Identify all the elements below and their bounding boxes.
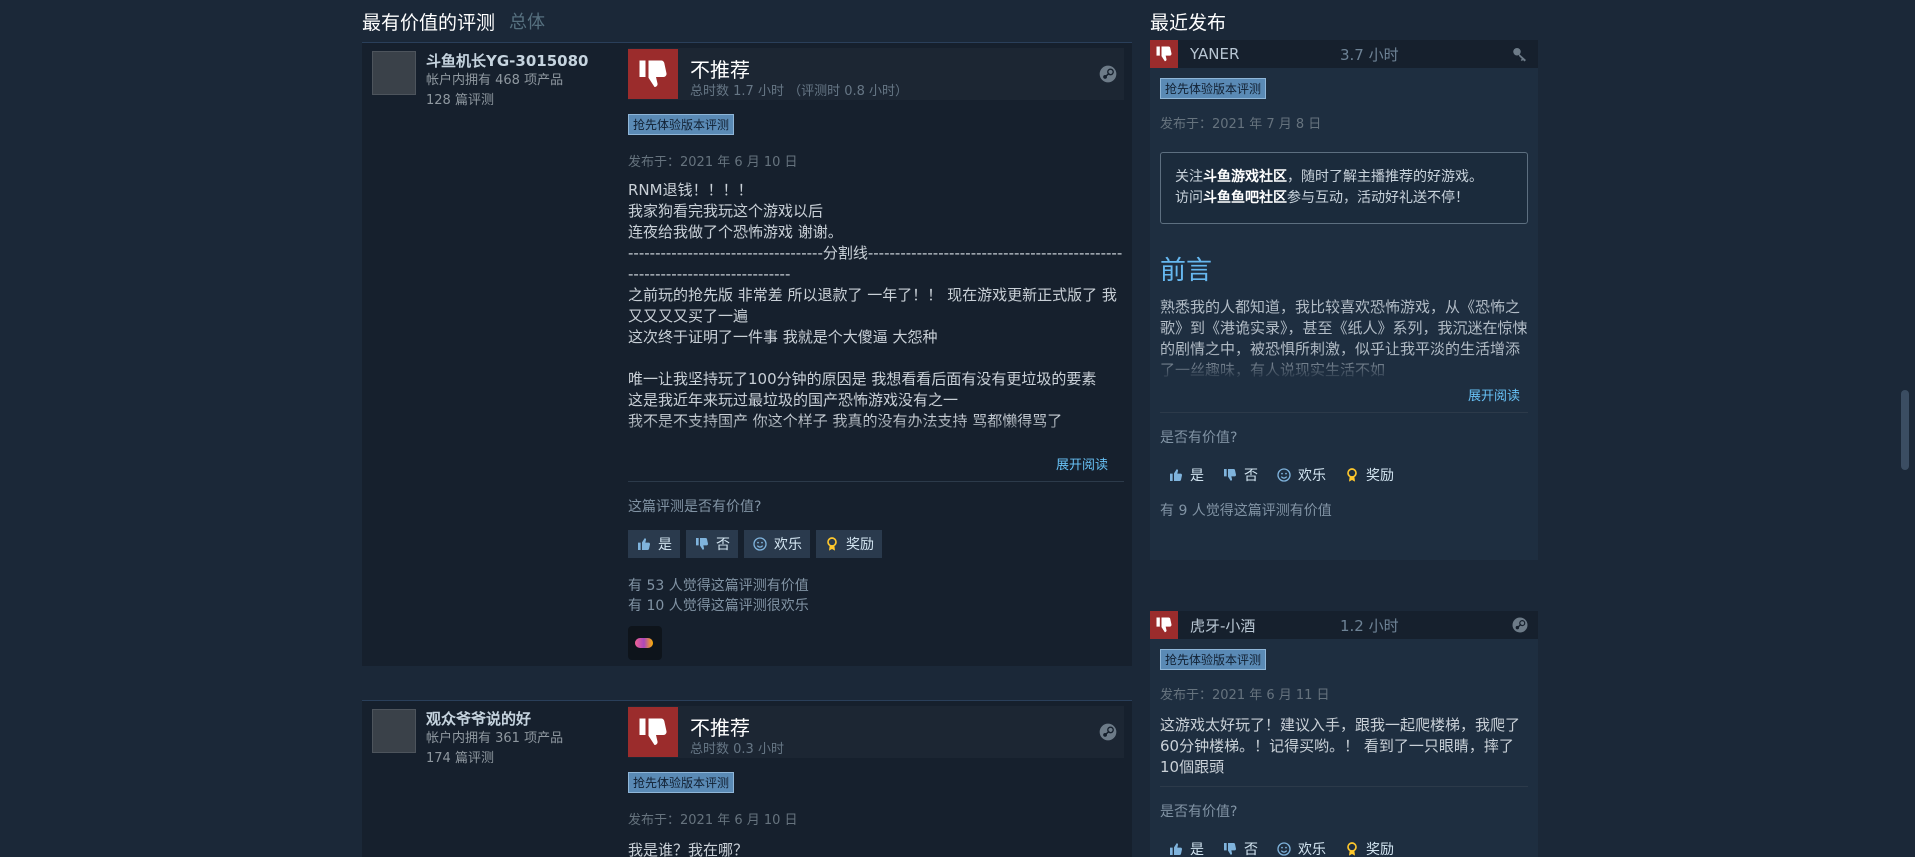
vote-funny-button[interactable]: 欢乐 (1268, 835, 1334, 857)
playtime: 1.2 小时 (1340, 616, 1399, 635)
thumb-up-icon (1168, 841, 1184, 857)
recent-reviews: 最近发布 YANER 3.7 小时 抢先体验版本评测 发布于：2021 年 7 … (1150, 0, 1538, 857)
award-button[interactable]: 奖励 (816, 530, 882, 558)
steam-icon (1510, 616, 1530, 634)
vote-header[interactable]: 不推荐 总时数 1.7 小时 （评测时 0.8 小时） (628, 48, 1124, 100)
review-header[interactable]: 虎牙-小酒 1.2 小时 (1150, 611, 1538, 639)
vote-no-button[interactable]: 否 (1214, 835, 1266, 857)
most-helpful-reviews: 最有价值的评测 总体 斗鱼机长YG-3015080 帐户内拥有 468 项产品 … (362, 0, 1132, 857)
review-text: 这游戏太好玩了！建议入手，跟我一起爬楼梯，我爬了60分钟楼梯。！记得买哟。！ 看… (1160, 716, 1521, 776)
review-text: RNM退钱！！！！ 我家狗看完我玩这个游戏以后 连夜给我做了个恐怖游戏 谢谢。 … (628, 180, 1124, 450)
divider (628, 481, 1124, 482)
vote-yes-button[interactable]: 是 (1160, 461, 1212, 489)
author-name[interactable]: 观众爷爷说的好 (426, 709, 616, 729)
review-text: 熟悉我的人都知道，我比较喜欢恐怖游戏，从《恐怖之歌》到《港诡实录》，甚至《纸人》… (1160, 298, 1528, 381)
review-body: 不推荐 总时数 1.7 小时 （评测时 0.8 小时） 抢先体验版本评测 发布于… (628, 48, 1124, 660)
section-header: 最有价值的评测 总体 (362, 0, 1132, 42)
author-review-count[interactable]: 174 篇评测 (426, 749, 616, 769)
vote-yes-button[interactable]: 是 (1160, 835, 1212, 857)
steam-icon (1098, 722, 1118, 742)
playtime: 3.7 小时 (1340, 45, 1399, 64)
divider (1160, 412, 1528, 413)
review-card: 观众爷爷说的好 帐户内拥有 361 项产品 174 篇评测 不推荐 总时数 0.… (362, 700, 1132, 857)
posted-date: 发布于：2021 年 6 月 10 日 (628, 155, 798, 170)
posted-date: 发布于：2021 年 7 月 8 日 (1160, 117, 1322, 132)
smile-icon (1276, 467, 1292, 483)
review-header[interactable]: YANER 3.7 小时 (1150, 40, 1538, 68)
thumb-up-icon (1168, 467, 1184, 483)
expand-link[interactable]: 展开阅读 (628, 454, 1124, 473)
smile-icon (752, 536, 768, 552)
vote-buttons: 是 否 欢乐 奖励 (1160, 461, 1528, 489)
author-review-count[interactable]: 128 篇评测 (426, 91, 616, 111)
funny-count: 有 10 人觉得这篇评测很欢乐 (628, 598, 809, 614)
vote-buttons: 是 否 欢乐 奖励 (628, 530, 1124, 558)
avatar[interactable] (372, 51, 416, 95)
section-header: 最近发布 (1150, 0, 1538, 42)
award-icon (824, 536, 840, 552)
thumb-down-icon (628, 707, 678, 757)
vote-funny-button[interactable]: 欢乐 (744, 530, 810, 558)
playtime: 总时数 0.3 小时 (690, 742, 784, 757)
vote-buttons: 是 否 欢乐 奖励 (1160, 835, 1528, 857)
key-icon (1510, 45, 1530, 63)
vote-funny-button[interactable]: 欢乐 (1268, 461, 1334, 489)
thumb-down-icon (694, 536, 710, 552)
author-products[interactable]: 帐户内拥有 361 项产品 (426, 729, 616, 749)
recent-review-card: 虎牙-小酒 1.2 小时 抢先体验版本评测 发布于：2021 年 6 月 11 … (1150, 611, 1538, 857)
helpful-count: 有 53 人觉得这篇评测有价值 (628, 578, 809, 594)
helpful-stats: 有 53 人觉得这篇评测有价值 有 10 人觉得这篇评测很欢乐 (628, 576, 1124, 616)
award-icon (1344, 841, 1360, 857)
vote-no-button[interactable]: 否 (686, 530, 738, 558)
vote-header[interactable]: 不推荐 总时数 0.3 小时 (628, 706, 1124, 758)
review-card: 斗鱼机长YG-3015080 帐户内拥有 468 项产品 128 篇评测 不推荐… (362, 42, 1132, 666)
verdict[interactable]: 不推荐 (690, 712, 750, 741)
helpful-count: 有 9 人觉得这篇评测有价值 (1160, 503, 1332, 519)
early-access-badge: 抢先体验版本评测 (1160, 78, 1267, 99)
vote-no-button[interactable]: 否 (1214, 461, 1266, 489)
award-button[interactable]: 奖励 (1336, 835, 1402, 857)
thumb-down-icon (1150, 40, 1178, 68)
review-body: 不推荐 总时数 0.3 小时 抢先体验版本评测 发布于：2021 年 6 月 1… (628, 706, 1124, 857)
section-title: 最近发布 (1150, 11, 1227, 34)
thumb-down-icon (628, 49, 678, 99)
avatar[interactable] (372, 709, 416, 753)
author-name[interactable]: 斗鱼机长YG-3015080 (426, 51, 616, 71)
review-heading: 前言 (1160, 256, 1213, 286)
thumb-down-icon (1150, 611, 1178, 639)
forum-link[interactable]: 斗鱼鱼吧社区 (1203, 190, 1287, 206)
helpful-question: 这篇评测是否有价值? (628, 499, 762, 515)
posted-date: 发布于：2021 年 6 月 10 日 (628, 813, 798, 828)
divider (1160, 786, 1528, 787)
author-name[interactable]: YANER (1190, 45, 1340, 63)
helpful-question: 是否有价值? (1160, 430, 1238, 446)
review-text: 我是谁？我在哪？ (628, 841, 749, 857)
steam-icon (1098, 64, 1118, 84)
thumb-down-icon (1222, 467, 1238, 483)
early-access-badge: 抢先体验版本评测 (1160, 649, 1267, 670)
expand-link[interactable]: 展开阅读 (1160, 385, 1528, 404)
community-notice: 关注斗鱼游戏社区，随时了解主播推荐的好游戏。 访问斗鱼鱼吧社区参与互动，活动好礼… (1160, 152, 1528, 224)
award-icon (1344, 467, 1360, 483)
thumb-down-icon (1222, 841, 1238, 857)
community-link[interactable]: 斗鱼游戏社区 (1203, 169, 1287, 185)
scrollbar-thumb[interactable] (1901, 390, 1909, 470)
award-button[interactable]: 奖励 (1336, 461, 1402, 489)
author-name[interactable]: 虎牙-小酒 (1190, 615, 1340, 636)
early-access-badge: 抢先体验版本评测 (628, 772, 735, 793)
recent-review-card: YANER 3.7 小时 抢先体验版本评测 发布于：2021 年 7 月 8 日… (1150, 40, 1538, 560)
posted-date: 发布于：2021 年 6 月 11 日 (1160, 688, 1330, 703)
vote-yes-button[interactable]: 是 (628, 530, 680, 558)
verdict[interactable]: 不推荐 (690, 54, 750, 83)
playtime: 总时数 1.7 小时 （评测时 0.8 小时） (690, 84, 909, 99)
author-products[interactable]: 帐户内拥有 468 项产品 (426, 71, 616, 91)
section-title: 最有价值的评测 (362, 11, 496, 34)
filter-overall[interactable]: 总体 (509, 8, 545, 34)
helpful-question: 是否有价值? (1160, 804, 1238, 820)
thumb-up-icon (636, 536, 652, 552)
smile-icon (1276, 841, 1292, 857)
early-access-badge: 抢先体验版本评测 (628, 114, 735, 135)
received-award-icon[interactable] (628, 626, 662, 660)
